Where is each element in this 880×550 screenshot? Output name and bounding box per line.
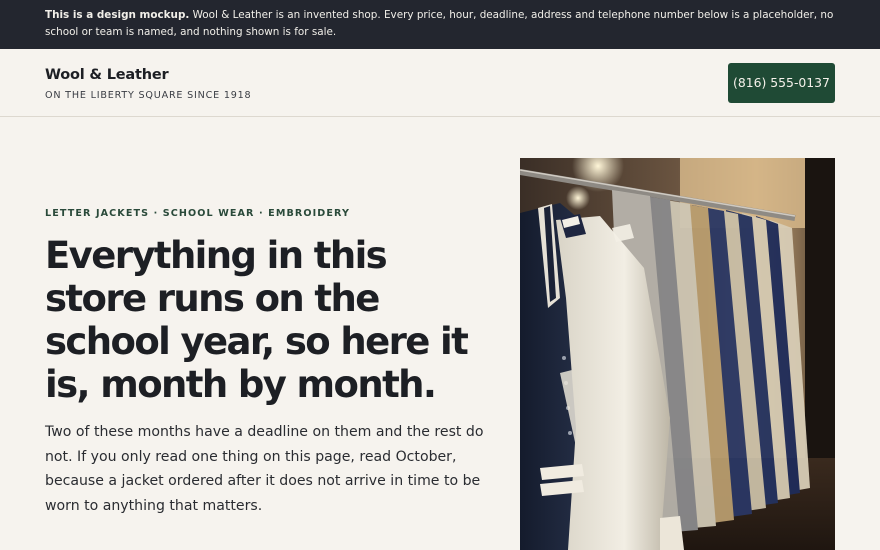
hero-headline: Everything in this store runs on the sch… bbox=[45, 234, 469, 406]
brand-tagline: ON THE LIBERTY SQUARE SINCE 1918 bbox=[45, 90, 252, 101]
mockup-notice-banner: This is a design mockup. Wool & Leather … bbox=[0, 0, 880, 49]
hero-lede: Two of these months have a deadline on t… bbox=[45, 424, 484, 514]
mockup-notice-bold: This is a design mockup. bbox=[45, 9, 190, 21]
brand-name[interactable]: Wool & Leather bbox=[45, 67, 169, 83]
jacket-rack-illustration bbox=[520, 158, 835, 550]
hero-eyebrow: LETTER JACKETS · SCHOOL WEAR · EMBROIDER… bbox=[45, 208, 351, 219]
site-header: Wool & Leather ON THE LIBERTY SQUARE SIN… bbox=[0, 49, 880, 117]
phone-call-button[interactable]: (816) 555-0137 bbox=[728, 63, 835, 103]
jacket-rack-photo bbox=[520, 158, 835, 550]
